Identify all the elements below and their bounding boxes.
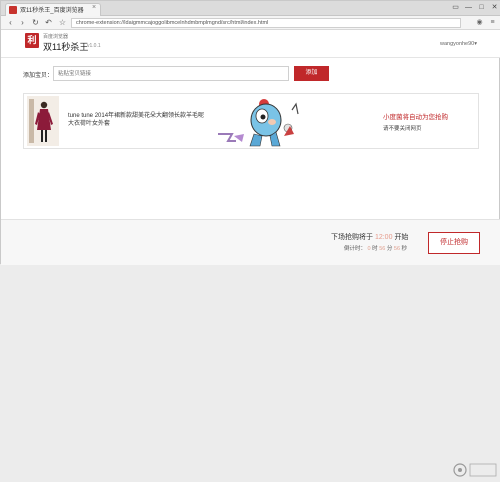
browser-window: 双11秒杀王_百度浏览器 × ▭ — □ ✕ ‹ › ↻ ↶ ☆ chrome-…	[0, 0, 500, 477]
watermark-logo	[453, 463, 497, 477]
star-icon[interactable]: ☆	[57, 17, 68, 28]
forward-icon[interactable]: ›	[17, 17, 28, 28]
tab-active[interactable]: 双11秒杀王_百度浏览器 ×	[5, 3, 101, 16]
next-sale-line: 下场抢购将于 12:00 开始	[331, 232, 408, 242]
countdown-seconds: 56	[393, 246, 401, 252]
countdown-label: 倒计时：	[344, 246, 367, 252]
stop-button[interactable]: 停止抢购	[428, 232, 480, 254]
toolbar-right: ◉ ≡	[471, 18, 497, 28]
brand-subtitle: 百度浏览器	[43, 34, 69, 40]
countdown-minutes-unit: 分	[386, 246, 393, 252]
window-controls: ▭ — □ ✕	[449, 1, 500, 15]
maximize-icon[interactable]: □	[475, 1, 488, 15]
tab-close-icon[interactable]: ×	[92, 4, 96, 11]
minimize-icon[interactable]: —	[462, 1, 475, 15]
back-icon[interactable]: ‹	[5, 17, 16, 28]
logo-icon: 利	[25, 33, 39, 48]
item-title[interactable]: tune tune 2014年裙新款甜美花朵大翻领长款羊毛呢大衣荷叶女外套	[68, 112, 208, 128]
user-menu[interactable]: wangyonhe90▾	[440, 41, 477, 47]
countdown-minutes: 56	[379, 246, 386, 252]
favicon-icon	[9, 6, 17, 14]
countdown-seconds-unit: 秒	[401, 246, 408, 252]
item-card: tune tune 2014年裙新款甜美花朵大翻领长款羊毛呢大衣荷叶女外套 小度…	[23, 93, 479, 149]
status-hint: 请不要关闭网页	[383, 126, 422, 132]
app-header: 利 百度浏览器 双11秒杀王 v1.0.1 wangyonhe90▾	[1, 30, 500, 58]
menu-icon[interactable]: ≡	[488, 18, 497, 27]
status-message: 小度菌将自动为您抢购	[383, 114, 448, 121]
next-sale-time: 12:00	[374, 234, 393, 241]
extension-icon[interactable]: ◉	[475, 18, 484, 27]
product-image	[27, 96, 59, 146]
browser-toolbar: ‹ › ↻ ↶ ☆ chrome-extension://ldaigmmcajo…	[1, 16, 500, 30]
next-sale-suffix: 开始	[394, 234, 409, 241]
countdown-hours: 0	[367, 246, 371, 252]
reload-icon[interactable]: ↻	[30, 17, 41, 28]
undo-icon[interactable]: ↶	[43, 17, 54, 28]
app-title: 双11秒杀王	[43, 42, 89, 52]
add-item-row: 添加宝贝： 添加	[23, 65, 479, 83]
next-sale-prefix: 下场抢购将于	[331, 234, 373, 241]
mascot-illustration	[214, 96, 324, 148]
app-version: v1.0.1	[87, 43, 101, 49]
address-bar[interactable]: chrome-extension://ldaigmmcajoggolibmcel…	[71, 18, 461, 28]
tab-strip: 双11秒杀王_百度浏览器 × ▭ — □ ✕	[1, 1, 500, 16]
item-link-input[interactable]	[53, 66, 289, 81]
add-button[interactable]: 添加	[294, 66, 329, 81]
tab-title: 双11秒杀王_百度浏览器	[20, 8, 84, 14]
close-window-icon[interactable]: ✕	[488, 1, 500, 15]
window-menu-icon[interactable]: ▭	[449, 1, 462, 15]
footer-bar: 下场抢购将于 12:00 开始 倒计时： 0 时 56 分 56 秒 停止抢购	[1, 219, 500, 477]
countdown: 倒计时： 0 时 56 分 56 秒	[344, 244, 407, 252]
add-item-label: 添加宝贝：	[23, 73, 54, 79]
countdown-hours-unit: 时	[372, 246, 378, 252]
